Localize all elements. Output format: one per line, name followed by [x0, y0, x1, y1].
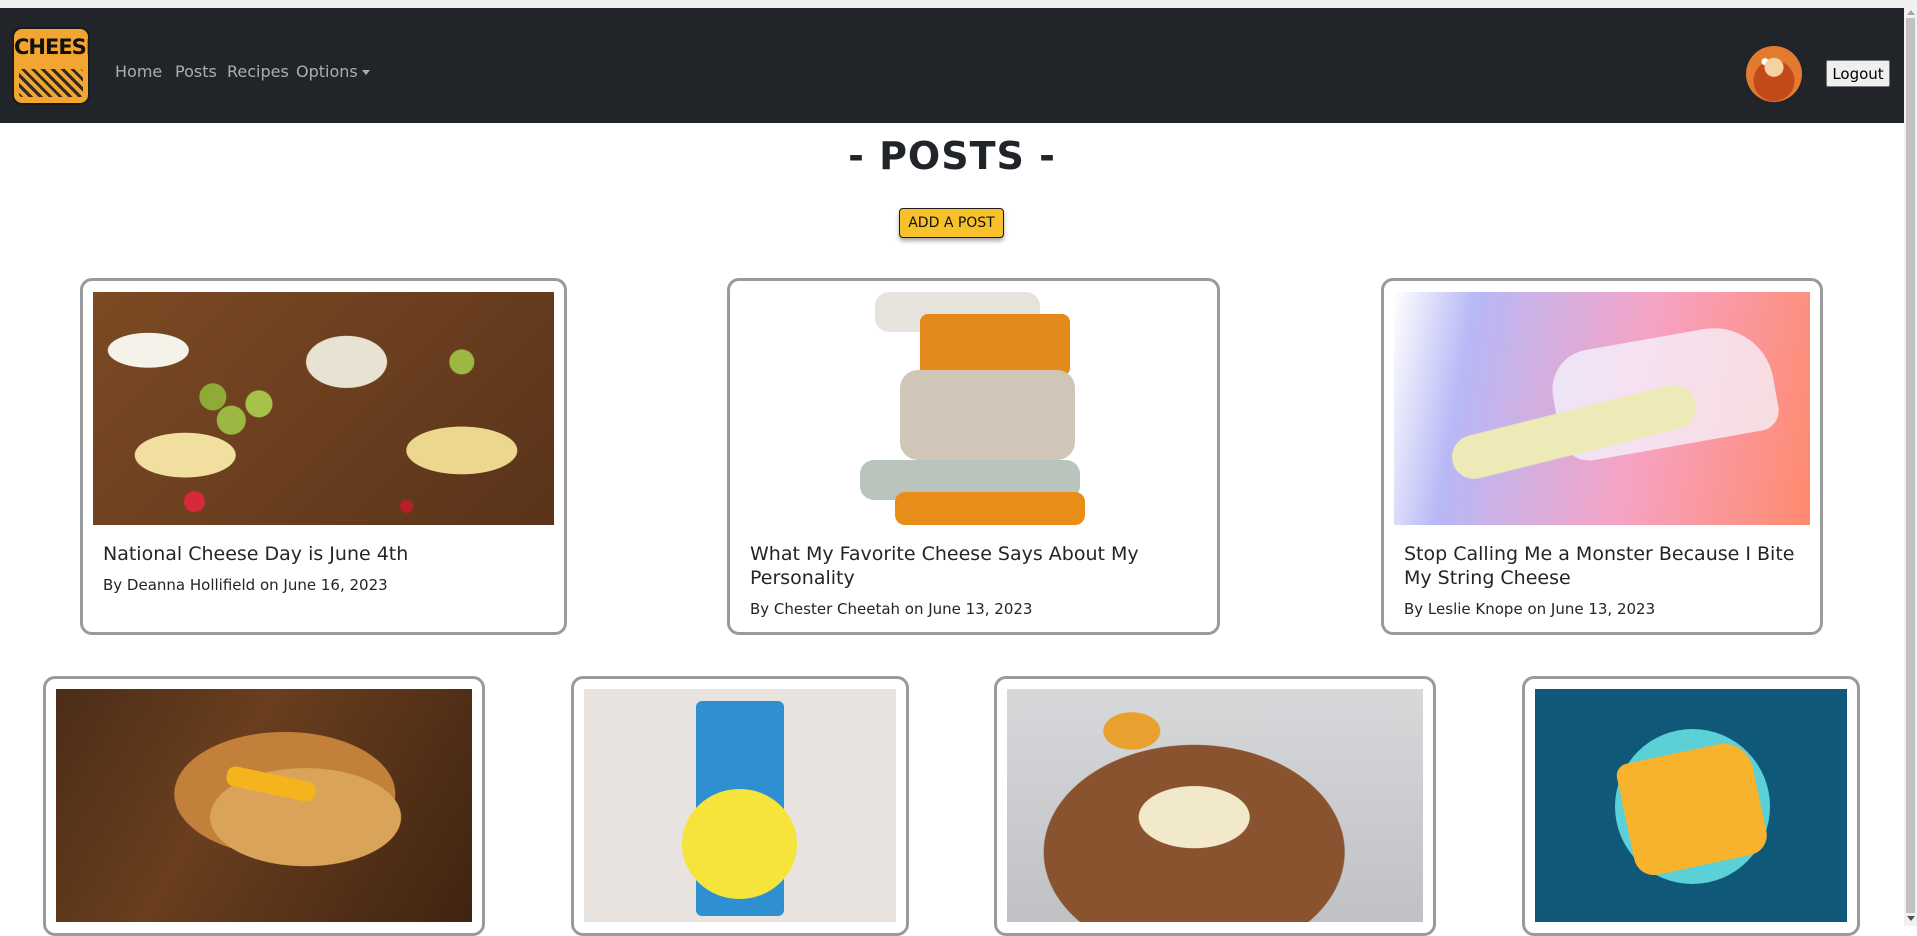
post-card[interactable]: What My Favorite Cheese Says About My Pe…: [727, 278, 1220, 635]
post-meta: By Chester Cheetah on June 13, 2023: [750, 600, 1033, 618]
post-card[interactable]: Stop Calling Me a Monster Because I Bite…: [1381, 278, 1823, 635]
cheese-logo[interactable]: CHEESE: [12, 27, 90, 105]
post-card[interactable]: [43, 676, 485, 936]
nav-options-dropdown[interactable]: Options: [296, 62, 370, 81]
nav-posts[interactable]: Posts: [175, 62, 217, 81]
cheese-platter-image: [1007, 689, 1423, 922]
post-card[interactable]: [994, 676, 1436, 936]
post-card[interactable]: [1522, 676, 1860, 936]
post-meta: By Deanna Hollifield on June 16, 2023: [103, 576, 388, 594]
navbar: CHEESE Home Posts Recipes Options Logout: [0, 8, 1904, 123]
post-card[interactable]: National Cheese Day is June 4th By Deann…: [80, 278, 567, 635]
scroll-up-arrow-icon[interactable]: [1907, 10, 1915, 15]
cheese-board-image: [93, 292, 554, 525]
user-avatar[interactable]: [1746, 46, 1802, 102]
grilled-cheese-image: [56, 689, 472, 922]
stacked-cheese-image: [850, 292, 1104, 525]
vertical-scrollbar[interactable]: [1904, 8, 1917, 926]
post-title: National Cheese Day is June 4th: [103, 543, 409, 565]
post-card[interactable]: [571, 676, 909, 936]
post-title: Stop Calling Me a Monster Because I Bite…: [1404, 543, 1795, 589]
scrollbar-thumb[interactable]: [1906, 18, 1915, 913]
lemon-cheese-pie-box-image: [584, 689, 896, 922]
scroll-down-arrow-icon[interactable]: [1907, 916, 1915, 921]
string-cheese-image: [1394, 292, 1810, 525]
browser-top-strip: [0, 0, 1917, 8]
caret-down-icon: [361, 70, 370, 75]
post-title: What My Favorite Cheese Says About My Pe…: [750, 543, 1139, 589]
nav-options-label: Options: [296, 62, 358, 81]
nav-recipes[interactable]: Recipes: [227, 62, 289, 81]
page-title: - POSTS -: [848, 134, 1056, 178]
logout-button[interactable]: Logout: [1826, 60, 1890, 87]
add-post-button[interactable]: ADD A POST: [899, 208, 1004, 238]
logo-pattern: [19, 69, 83, 97]
swiss-cheese-illustration: [1535, 689, 1847, 922]
nav-home[interactable]: Home: [115, 62, 162, 81]
post-meta: By Leslie Knope on June 13, 2023: [1404, 600, 1656, 618]
logo-text: CHEESE: [14, 35, 88, 59]
